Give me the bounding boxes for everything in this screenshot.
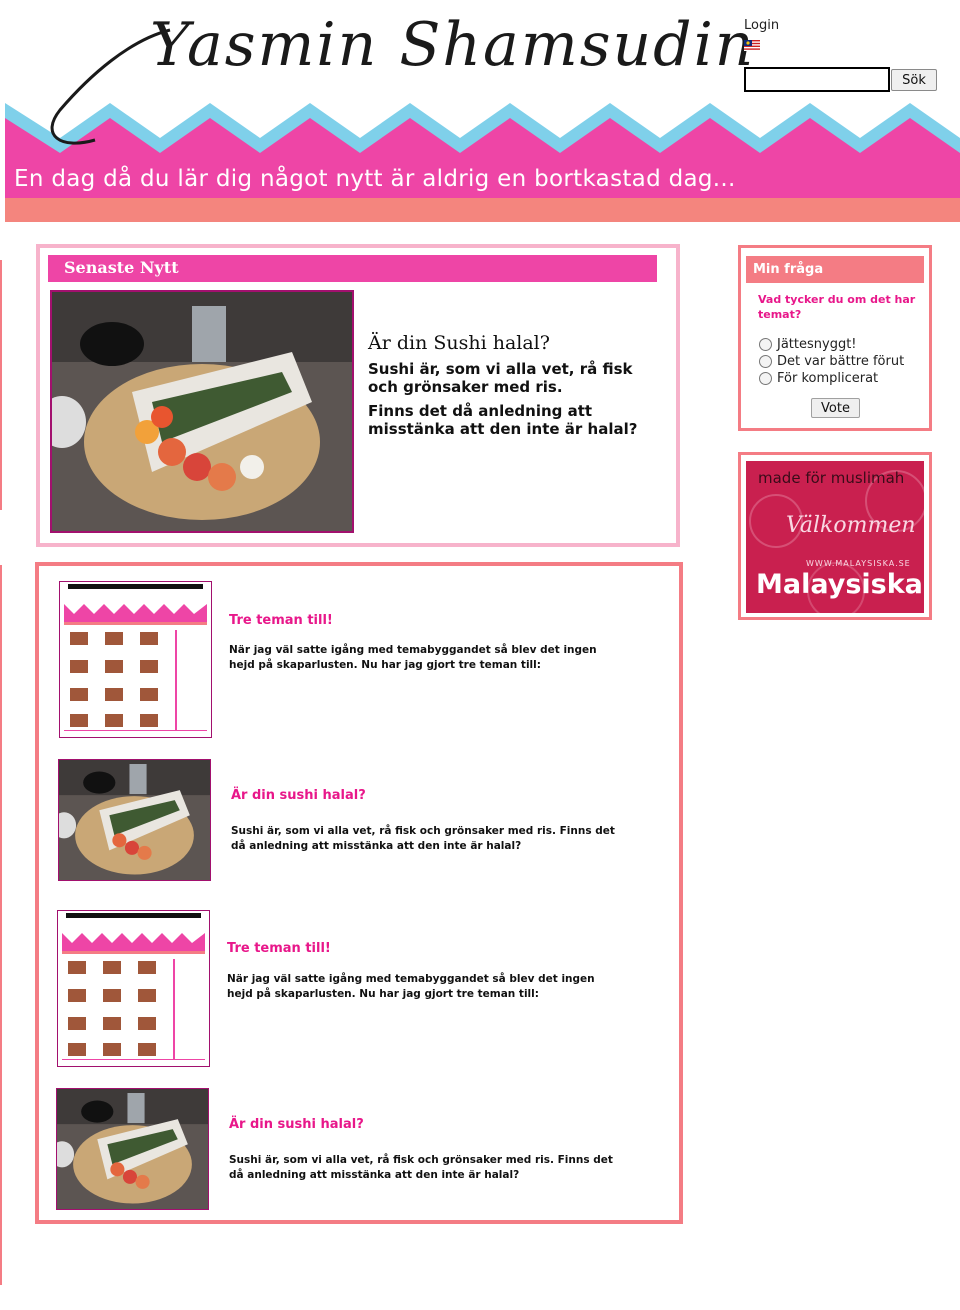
banner-brand-name: Malaysiska [756, 569, 923, 600]
latest-news-header: Senaste Nytt [48, 255, 657, 282]
poll-option[interactable]: För komplicerat [759, 371, 878, 386]
poll-heading: Min fråga [753, 262, 824, 277]
banner-url: WWW.MALAYSISKA.SE [806, 559, 911, 568]
poll-widget: Min fråga Vad tycker du om det har temat… [738, 245, 932, 431]
site-tagline: En dag då du lär dig något nytt är aldri… [14, 166, 736, 192]
search-button[interactable]: Sök [891, 69, 937, 91]
left-edge-decoration [0, 565, 2, 1285]
radio-button[interactable] [759, 372, 772, 385]
latest-paragraph: Finns det då anledning att misstänka att… [368, 402, 638, 438]
search-input[interactable] [744, 67, 890, 92]
poll-option-label: Jättesnyggt! [777, 337, 857, 352]
article-excerpt: När jag väl satte igång med temabyggande… [227, 973, 595, 1000]
malaysian-flag-icon[interactable] [744, 40, 760, 51]
theme-screenshot-thumbnail[interactable] [59, 581, 212, 738]
latest-news-heading: Senaste Nytt [64, 258, 179, 277]
login-link[interactable]: Login [744, 18, 779, 33]
latest-article-excerpt: Sushi är, som vi alla vet, rå fisk och g… [368, 360, 638, 444]
sushi-photo-thumbnail[interactable] [56, 1088, 209, 1210]
vote-button[interactable]: Vote [811, 398, 860, 418]
poll-option[interactable]: Jättesnyggt! [759, 337, 857, 352]
poll-option[interactable]: Det var bättre förut [759, 354, 904, 369]
left-edge-decoration [0, 260, 2, 510]
article-title[interactable]: Tre teman till! [227, 941, 331, 956]
article-excerpt: Sushi är, som vi alla vet, rå fisk och g… [229, 1154, 613, 1181]
poll-question: Vad tycker du om det har temat? [758, 293, 916, 321]
banner-welcome: Välkommen [786, 513, 916, 538]
poll-option-label: För komplicerat [777, 371, 879, 386]
latest-paragraph: Sushi är, som vi alla vet, rå fisk och g… [368, 360, 633, 396]
article-title[interactable]: Är din sushi halal? [231, 788, 366, 803]
articles-list: Tre teman till! När jag väl satte igång … [35, 562, 683, 1224]
article-excerpt: Sushi är, som vi alla vet, rå fisk och g… [231, 825, 615, 852]
site-header: Yasmin Shamsudin En dag då du lär dig nå… [0, 0, 960, 222]
sushi-photo[interactable] [50, 290, 354, 533]
banner-tagline: made för muslimah [758, 469, 905, 487]
poll-option-label: Det var bättre förut [777, 354, 905, 369]
latest-news-box: Senaste Nytt Är din Sushi halal? Sushi ä… [36, 244, 680, 547]
article-title[interactable]: Är din sushi halal? [229, 1117, 364, 1132]
malaysiska-banner[interactable]: made för muslimah Välkommen WWW.MALAYSIS… [738, 452, 932, 620]
article-title[interactable]: Tre teman till! [229, 613, 333, 628]
site-title[interactable]: Yasmin Shamsudin [150, 10, 755, 80]
article-excerpt: När jag väl satte igång med temabyggande… [229, 644, 597, 671]
latest-article-title[interactable]: Är din Sushi halal? [368, 332, 550, 354]
sushi-photo-thumbnail[interactable] [58, 759, 211, 881]
banner-image[interactable]: made för muslimah Välkommen WWW.MALAYSIS… [746, 461, 924, 613]
poll-header: Min fråga [746, 256, 924, 283]
radio-button[interactable] [759, 355, 772, 368]
radio-button[interactable] [759, 338, 772, 351]
theme-screenshot-thumbnail[interactable] [57, 910, 210, 1067]
